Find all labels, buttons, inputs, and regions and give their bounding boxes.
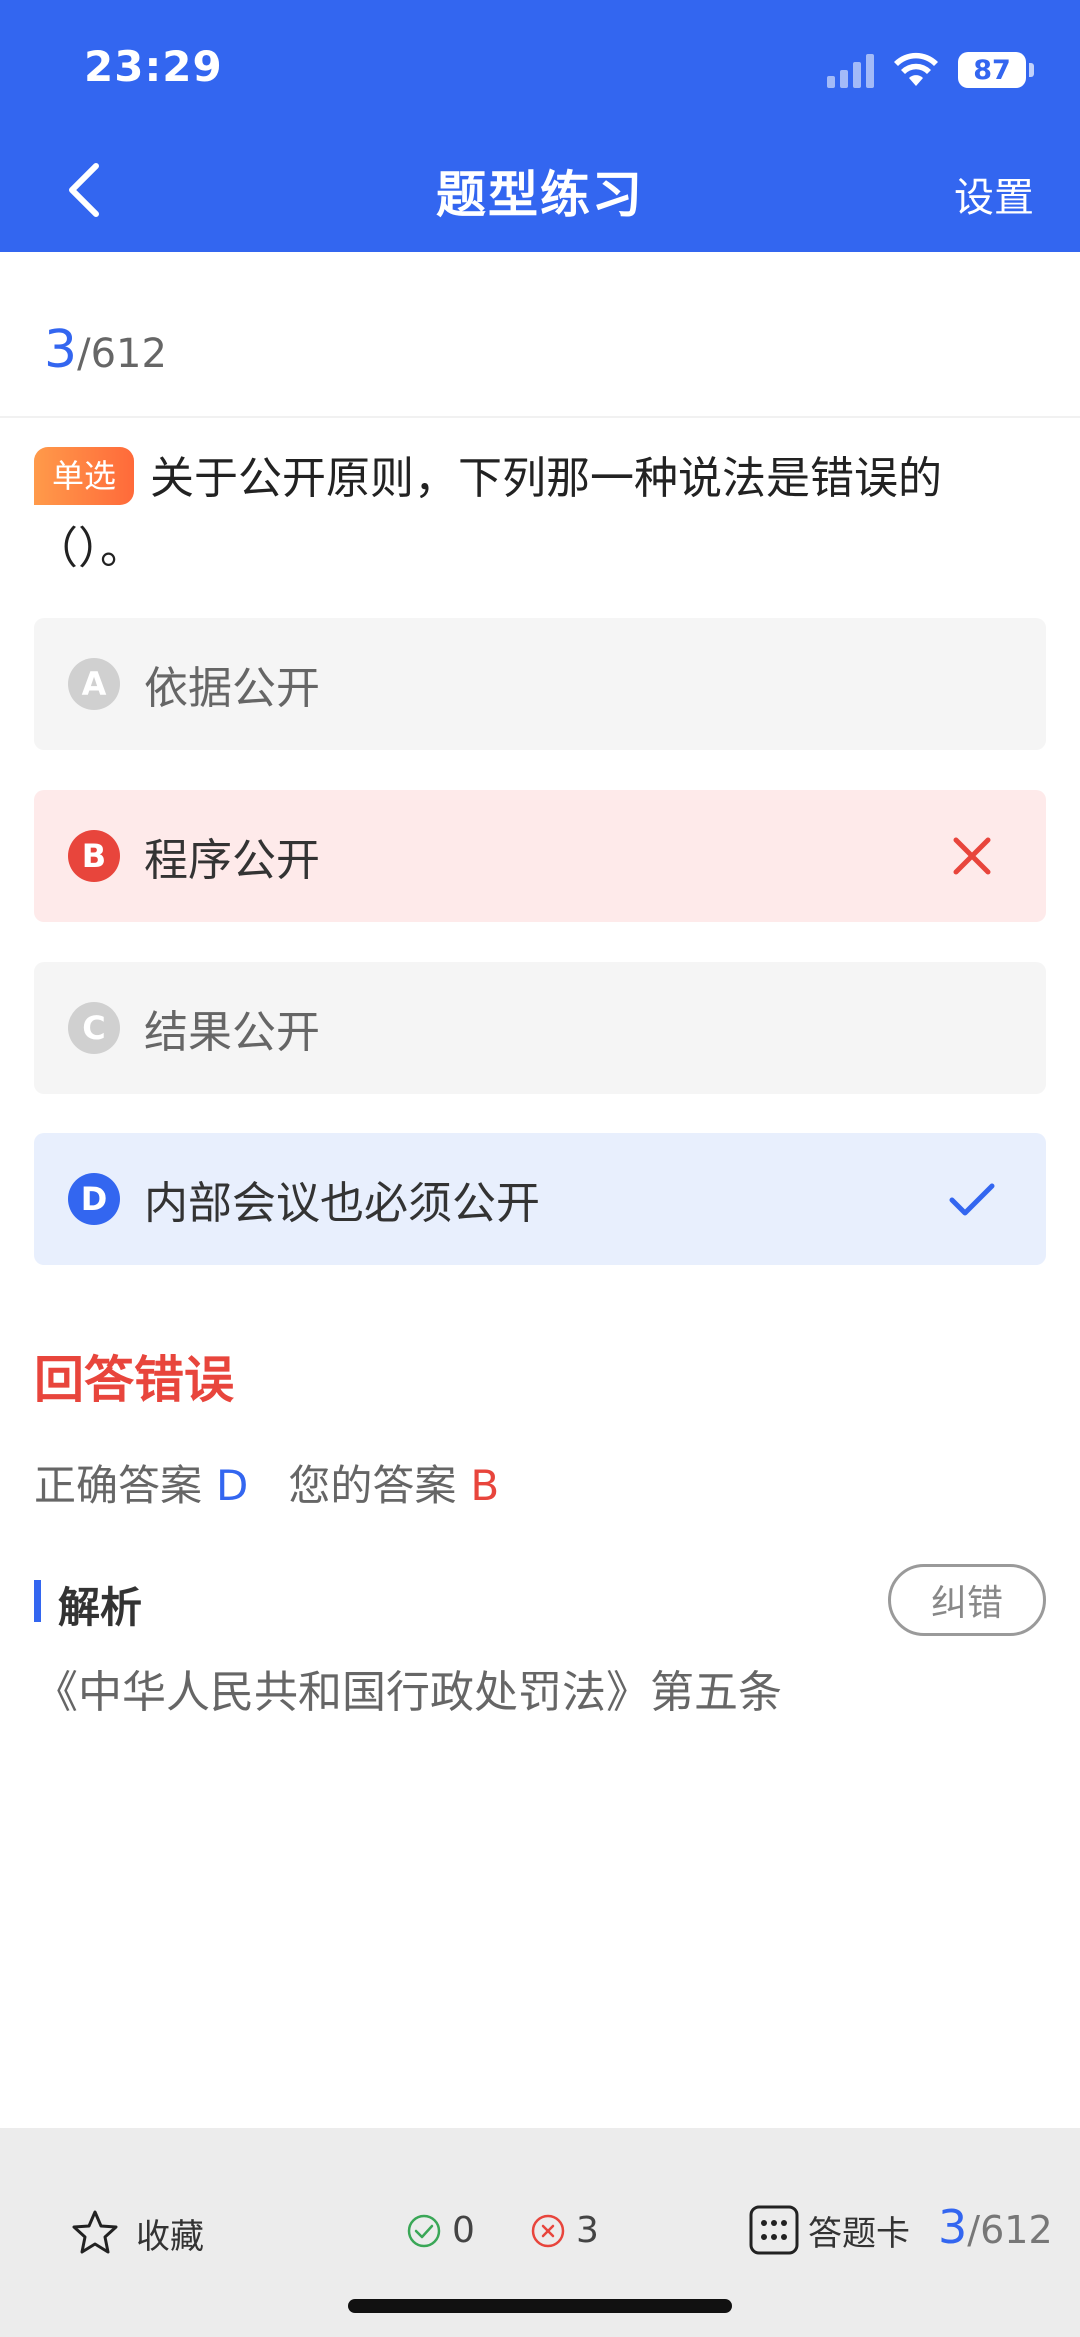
option-text: 程序公开: [144, 835, 320, 886]
result-title: 回答错误: [34, 1351, 234, 1409]
bottom-progress-total: /612: [967, 2208, 1053, 2252]
check-icon: [949, 1183, 995, 1216]
favorite-label: 收藏: [136, 2216, 204, 2257]
x-circle-icon: [531, 2214, 565, 2247]
wrong-count-value: 3: [576, 2210, 599, 2251]
favorite-button[interactable]: 收藏: [70, 2208, 204, 2258]
battery-icon: 87: [958, 52, 1034, 88]
bottom-progress-current: 3: [938, 2200, 968, 2254]
home-indicator: [348, 2299, 732, 2313]
grid-icon: [749, 2205, 799, 2255]
correct-answer-value: D: [216, 1461, 249, 1510]
option-letter: C: [68, 1002, 120, 1054]
option-text: 内部会议也必须公开: [144, 1178, 540, 1229]
answer-card-button[interactable]: 答题卡: [748, 2204, 910, 2256]
report-error-button[interactable]: 纠错: [888, 1564, 1046, 1636]
settings-button[interactable]: 设置: [954, 165, 1034, 223]
option-text: 依据公开: [144, 663, 320, 714]
option-text: 结果公开: [144, 1007, 320, 1058]
wifi-icon: [894, 52, 938, 86]
analysis-text: 《中华人民共和国行政处罚法》第五条: [34, 1667, 782, 1718]
analysis-title: 解析: [58, 1583, 143, 1632]
progress-current: 3: [44, 320, 78, 380]
signal-icon: [827, 52, 874, 88]
correct-count: 0: [406, 2210, 475, 2251]
question: 单选 关于公开原则，下列那一种说法是错误的（）。: [34, 444, 1044, 584]
correct-count-value: 0: [452, 2210, 475, 2251]
answer-line: 正确答案 D 您的答案 B: [34, 1452, 499, 1513]
answer-card-label: 答题卡: [808, 2213, 910, 2254]
check-circle-icon: [407, 2214, 441, 2247]
question-type-badge: 单选: [34, 447, 135, 505]
your-answer-value: B: [470, 1461, 500, 1510]
progress-total: /612: [77, 331, 167, 377]
wrong-x-icon: [953, 837, 991, 875]
option-b[interactable]: B 程序公开: [34, 790, 1046, 922]
option-letter: A: [68, 658, 120, 710]
page-title: 题型练习: [436, 166, 644, 224]
bottom-progress: 3/612: [938, 2200, 1053, 2254]
divider: [0, 416, 1080, 418]
option-letter: D: [68, 1173, 120, 1225]
option-a[interactable]: A 依据公开: [34, 618, 1046, 750]
option-d[interactable]: D 内部会议也必须公开: [34, 1133, 1046, 1265]
star-icon: [72, 2210, 118, 2254]
question-progress: 3/612: [44, 320, 167, 380]
correct-answer-label: 正确答案: [34, 1461, 203, 1510]
wrong-count: 3: [530, 2210, 599, 2251]
status-icons: 87: [827, 48, 1034, 92]
status-time: 23:29: [84, 42, 223, 91]
header: 23:29 87 题型练习 设置: [0, 0, 1080, 252]
option-c[interactable]: C 结果公开: [34, 962, 1046, 1094]
your-answer-label: 您的答案: [288, 1461, 457, 1510]
question-text: 关于公开原则，下列那一种说法是错误的（）。: [34, 453, 943, 574]
option-letter: B: [68, 830, 120, 882]
analysis-accent-bar: [34, 1580, 41, 1622]
